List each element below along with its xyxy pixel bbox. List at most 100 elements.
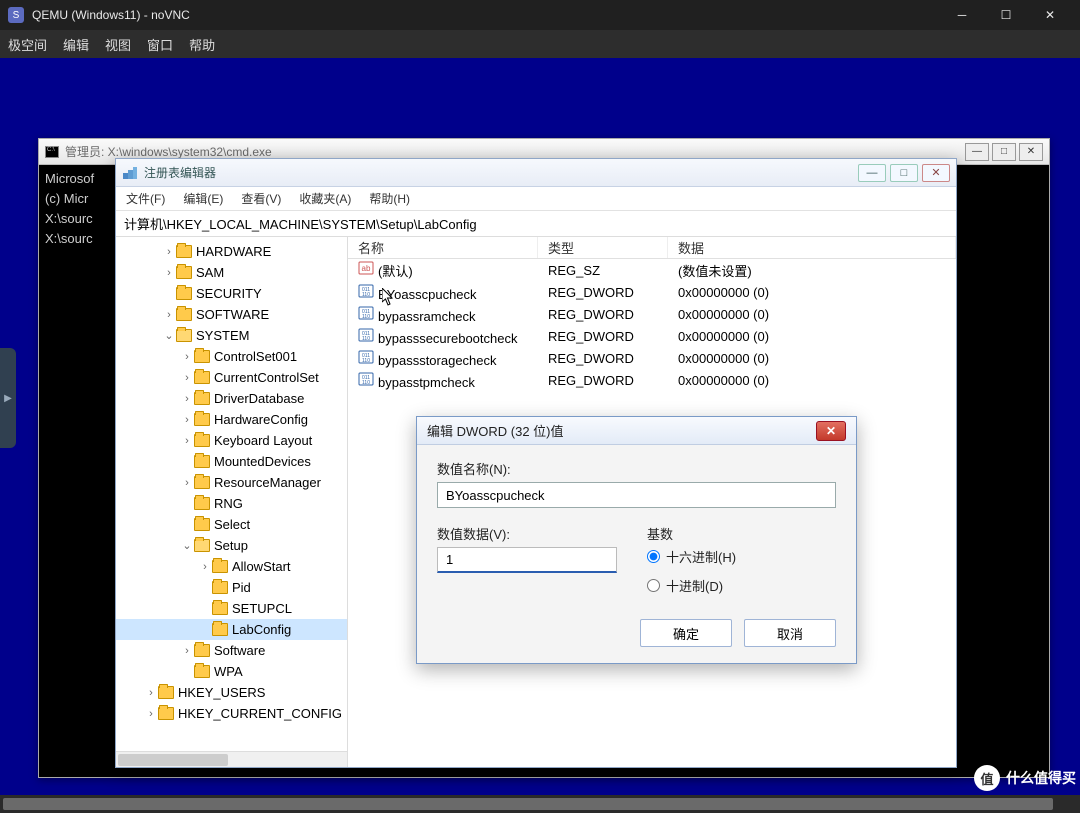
dialog-close-button[interactable]: ✕ [816, 421, 846, 441]
radio-hex[interactable]: 十六进制(H) [647, 547, 736, 566]
regedit-title-bar[interactable]: 注册表编辑器 — □ ✕ [116, 159, 956, 187]
tree-item-select[interactable]: Select [116, 514, 347, 535]
value-name: BYoasscpucheck [378, 287, 477, 302]
value-type: REG_DWORD [538, 351, 668, 366]
tree-item-hkey-users[interactable]: › HKEY_USERS [116, 682, 347, 703]
value-row[interactable]: 011110bypassramcheckREG_DWORD0x00000000 … [348, 303, 956, 325]
tree-item-resourcemanager[interactable]: ›ResourceManager [116, 472, 347, 493]
col-header-type[interactable]: 类型 [538, 237, 668, 258]
tree-item-allowstart[interactable]: › AllowStart [116, 556, 347, 577]
regedit-menu-favorites[interactable]: 收藏夹(A) [299, 190, 351, 207]
outer-horizontal-scrollbar[interactable] [0, 795, 1080, 813]
tree-item-keyboard-layout[interactable]: ›Keyboard Layout [116, 430, 347, 451]
ok-button[interactable]: 确定 [640, 619, 732, 647]
tree-item-hkey-current-config[interactable]: ›HKEY_CURRENT_CONFIG [116, 703, 347, 724]
vnc-minimize-button[interactable]: ─ [940, 0, 984, 30]
chevron-right-icon[interactable]: › [144, 687, 158, 699]
vnc-sidebar-toggle[interactable]: ▶ [0, 348, 16, 448]
string-value-icon: ab [358, 260, 374, 276]
vnc-maximize-button[interactable]: ☐ [984, 0, 1028, 30]
tree-item-label: Select [214, 517, 250, 532]
regedit-icon [122, 165, 138, 181]
regedit-menu-help[interactable]: 帮助(H) [369, 190, 410, 207]
chevron-right-icon[interactable]: › [198, 561, 212, 573]
regedit-menu-view[interactable]: 查看(V) [241, 190, 281, 207]
vnc-menu-item[interactable]: 窗口 [147, 35, 173, 54]
tree-item-driverdatabase[interactable]: ›DriverDatabase [116, 388, 347, 409]
tree-item-security[interactable]: SECURITY [116, 283, 347, 304]
regedit-address-input[interactable] [122, 214, 950, 233]
value-row[interactable]: 011110bypassstoragecheckREG_DWORD0x00000… [348, 347, 956, 369]
tree-item-rng[interactable]: RNG [116, 493, 347, 514]
vnc-menu-item[interactable]: 帮助 [189, 35, 215, 54]
chevron-right-icon[interactable]: › [144, 708, 158, 720]
vnc-menu-item[interactable]: 视图 [105, 35, 131, 54]
chevron-right-icon[interactable]: › [162, 246, 176, 258]
chevron-right-icon[interactable]: › [180, 645, 194, 657]
value-data: 0x00000000 (0) [668, 373, 956, 388]
tree-item-setupcl[interactable]: SETUPCL [116, 598, 347, 619]
tree-item-setup[interactable]: ⌄Setup [116, 535, 347, 556]
chevron-down-icon[interactable]: ⌄ [162, 329, 176, 342]
value-data: (数值未设置) [668, 261, 956, 280]
tree-item-software[interactable]: ›SOFTWARE [116, 304, 347, 325]
tree-item-software[interactable]: ›Software [116, 640, 347, 661]
regedit-menu-file[interactable]: 文件(F) [126, 190, 165, 207]
folder-icon [176, 245, 192, 258]
radio-dec[interactable]: 十进制(D) [647, 576, 736, 595]
value-row[interactable]: ab(默认)REG_SZ(数值未设置) [348, 259, 956, 281]
chevron-right-icon[interactable]: › [162, 309, 176, 321]
cmd-minimize-button[interactable]: — [965, 143, 989, 161]
col-header-name[interactable]: 名称 [348, 237, 538, 258]
dialog-title-bar[interactable]: 编辑 DWORD (32 位)值 ✕ [417, 417, 856, 445]
chevron-right-icon[interactable]: › [180, 477, 194, 489]
regedit-maximize-button[interactable]: □ [890, 164, 918, 182]
value-row[interactable]: 011110BYoasscpucheckREG_DWORD0x00000000 … [348, 281, 956, 303]
value-row[interactable]: 011110bypasstpmcheckREG_DWORD0x00000000 … [348, 369, 956, 391]
folder-icon [194, 455, 210, 468]
col-header-data[interactable]: 数据 [668, 237, 956, 258]
tree-item-label: AllowStart [232, 559, 291, 574]
tree-item-system[interactable]: ⌄ SYSTEM [116, 325, 347, 346]
radio-dec-input[interactable] [647, 579, 660, 592]
tree-item-label: HKEY_USERS [178, 685, 265, 700]
tree-item-pid[interactable]: Pid [116, 577, 347, 598]
vnc-menu-item[interactable]: 编辑 [63, 35, 89, 54]
folder-icon [212, 560, 228, 573]
vnc-menu-item[interactable]: 极空间 [8, 35, 47, 54]
chevron-right-icon[interactable]: › [180, 435, 194, 447]
tree-item-mounteddevices[interactable]: MountedDevices [116, 451, 347, 472]
cmd-maximize-button[interactable]: □ [992, 143, 1016, 161]
regedit-tree-pane[interactable]: ›HARDWARE›SAMSECURITY›SOFTWARE⌄SYSTEM›Co… [116, 237, 348, 767]
chevron-right-icon[interactable]: › [180, 372, 194, 384]
cancel-button[interactable]: 取消 [744, 619, 836, 647]
chevron-down-icon[interactable]: ⌄ [180, 539, 194, 552]
tree-item-hardwareconfig[interactable]: ›HardwareConfig [116, 409, 347, 430]
tree-horizontal-scrollbar[interactable] [116, 751, 347, 767]
cmd-close-button[interactable]: ✕ [1019, 143, 1043, 161]
value-type: REG_DWORD [538, 307, 668, 322]
folder-icon [176, 287, 192, 300]
vnc-close-button[interactable]: ✕ [1028, 0, 1072, 30]
tree-item-labconfig[interactable]: LabConfig [116, 619, 347, 640]
regedit-menu-edit[interactable]: 编辑(E) [183, 190, 223, 207]
tree-item-currentcontrolset[interactable]: ›CurrentControlSet [116, 367, 347, 388]
chevron-right-icon[interactable]: › [162, 267, 176, 279]
value-row[interactable]: 011110bypasssecurebootcheckREG_DWORD0x00… [348, 325, 956, 347]
value-data-input[interactable] [437, 547, 617, 573]
tree-item-label: ControlSet001 [214, 349, 297, 364]
tree-item-controlset001[interactable]: › ControlSet001 [116, 346, 347, 367]
tree-item-label: Pid [232, 580, 251, 595]
tree-item-sam[interactable]: ›SAM [116, 262, 347, 283]
radio-hex-input[interactable] [647, 550, 660, 563]
value-name-input[interactable] [437, 482, 836, 508]
chevron-right-icon[interactable]: › [180, 393, 194, 405]
tree-item-hardware[interactable]: ›HARDWARE [116, 241, 347, 262]
tree-item-wpa[interactable]: WPA [116, 661, 347, 682]
value-name: bypassramcheck [378, 309, 476, 324]
regedit-minimize-button[interactable]: — [858, 164, 886, 182]
chevron-right-icon[interactable]: › [180, 351, 194, 363]
chevron-right-icon[interactable]: › [180, 414, 194, 426]
tree-item-label: SYSTEM [196, 328, 249, 343]
regedit-close-button[interactable]: ✕ [922, 164, 950, 182]
